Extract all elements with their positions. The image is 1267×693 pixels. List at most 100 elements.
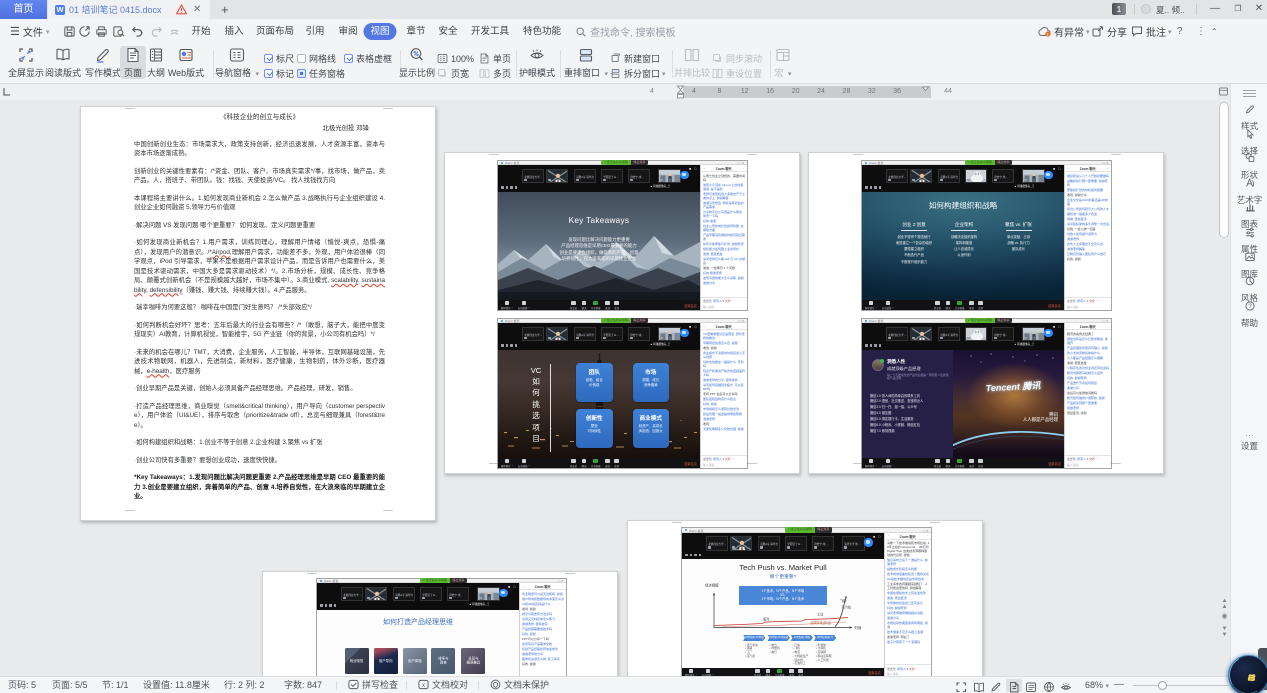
status-setting-value[interactable]: 设置值: 11.8厘米 — [143, 677, 210, 693]
document-page-4[interactable]: Zoom 会议– □ ✕✓ 您正在共享屏幕停止共享北邮创业大学… 高鹏A平 清华… — [262, 571, 618, 676]
chat-messages[interactable]: 从博士创业立刻想的，需要时间吗发现小平顶在 Airpod 上的约束. 谢谢, 是… — [703, 174, 746, 296]
indent-marker-left[interactable] — [676, 85, 685, 99]
scroll-prev-page-button[interactable]: ▲▲ — [1219, 598, 1230, 610]
participant-thumbnail[interactable]: 学而思于 E… — [420, 587, 442, 602]
toolbar-button[interactable]: 共享屏幕 — [955, 459, 965, 468]
zoom-screenshot-2[interactable]: Zoom 会议– □ ✕✓ 您正在共享屏幕停止共享北邮创业大学… 高鹏A平 清华… — [498, 319, 747, 468]
toolbar-button[interactable]: 共享屏幕 — [591, 301, 601, 310]
fullscreen-view-button[interactable]: 全屏显示 — [7, 46, 45, 79]
toolbar-button[interactable]: 录制 — [969, 301, 974, 310]
toolbar-button[interactable]: 参会者 — [570, 301, 577, 310]
zoom-out-button[interactable]: — — [1114, 677, 1124, 693]
chat-minimize-icon[interactable]: − — [743, 324, 745, 328]
participant-thumbnail[interactable]: 孙怡宁-朱… — [992, 327, 1014, 342]
status-page-view-button[interactable] — [1006, 679, 1022, 692]
ruler-checkbox[interactable]: 标尺 — [264, 52, 294, 64]
tab-stop-selector-icon[interactable] — [3, 87, 11, 96]
chat-collapse-icon[interactable]: ⌄ — [887, 533, 890, 537]
menu-tab-10[interactable]: 特色功能 — [523, 23, 561, 40]
participant-thumbnail[interactable] — [477, 587, 500, 602]
view-switch-button[interactable] — [1044, 171, 1053, 180]
participant-thumbnail[interactable]: 北邮创业大学… — [522, 327, 544, 342]
chat-messages[interactable]: 组织建设从几个人开始就要做吗战略和执行哪个更重要, 谢谢老师聚焦和扩张的时机如何… — [1067, 174, 1110, 296]
toolbar-button[interactable]: 共享屏幕 — [591, 459, 601, 468]
toolbar-button[interactable]: 聊天 — [582, 301, 587, 310]
participant-thumbnail[interactable]: 北邮创业大学… — [706, 536, 728, 551]
undo-icon[interactable] — [130, 25, 143, 38]
chat-input-area[interactable]: 发送到: 所有人 ▾ 文件 ⋯输入消息… — [885, 664, 931, 676]
menu-tab-2[interactable]: 插入 — [224, 23, 243, 40]
toolbar-mute-button[interactable]: 解除静音 ⌃ — [501, 459, 513, 468]
toolbar-button[interactable]: 表情 — [614, 459, 619, 468]
page-width-button[interactable]: 页宽 — [437, 67, 469, 80]
toolbar-button[interactable]: 表情 — [614, 301, 619, 310]
toolbar-button[interactable]: 表情 — [978, 459, 983, 468]
toolbar-button[interactable]: 录制 — [605, 459, 610, 468]
toolbar-button[interactable]: 参会者 — [570, 459, 577, 468]
help-button[interactable]: ? — [1177, 23, 1183, 40]
toolbar-mute-button[interactable]: 解除静音 ⌃ — [865, 459, 877, 468]
speaker-video-thumbnail[interactable] — [910, 327, 932, 342]
chat-input-area[interactable]: 发送到: 所有人 ▾ 文件 ⋯输入消息… — [1065, 297, 1111, 310]
format-painter-icon[interactable] — [168, 25, 181, 38]
participant-thumbnail[interactable] — [1022, 169, 1045, 184]
ruler-toggle-icon[interactable] — [1218, 86, 1229, 97]
chat-minimize-icon[interactable]: − — [562, 584, 564, 588]
participant-thumbnail[interactable]: 北邮创业大学… — [886, 327, 908, 342]
participant-thumbnail[interactable]: 孙怡宁-朱… — [812, 536, 834, 551]
zoom-screenshot-4[interactable]: Zoom 会议– □ ✕✓ 您正在共享屏幕停止共享北邮创业大学… 高鹏A平 清华… — [862, 319, 1111, 468]
participant-thumbnail[interactable] — [1022, 327, 1045, 342]
speaker-video-thumbnail[interactable] — [730, 536, 752, 551]
message-count-badge[interactable]: 1 — [1112, 3, 1126, 15]
macro-button[interactable]: 宏 ▾ — [768, 46, 798, 79]
participant-thumbnail[interactable]: 孙怡宁-朱… — [992, 169, 1014, 184]
participant-thumbnail[interactable]: 清华大学 鲁… — [842, 536, 865, 551]
toolbar-video-button[interactable]: 启动视频 ⌃ — [882, 459, 894, 468]
vertical-scrollbar-thumb[interactable] — [1219, 102, 1229, 238]
chat-minimize-icon[interactable]: − — [1107, 324, 1109, 328]
zoom-screenshot-5[interactable]: Zoom 会议– □ ✕✓ 您正在共享屏幕停止共享北邮创业大学… 高鹏A平 清华… — [317, 579, 566, 677]
chat-minimize-icon[interactable]: − — [743, 166, 745, 170]
ai-assistant-button[interactable] — [1228, 655, 1267, 693]
multi-page-button[interactable]: 多页 — [479, 67, 511, 80]
stop-share-button[interactable]: 停止共享 — [815, 527, 832, 533]
stop-share-button[interactable]: 停止共享 — [631, 160, 648, 166]
menu-tab-4[interactable]: 引用 — [305, 23, 324, 40]
speaker-video-thumbnail[interactable] — [546, 327, 568, 342]
participant-thumbnail[interactable]: 学而思于 E… — [785, 536, 807, 551]
speaker-video-thumbnail[interactable] — [546, 169, 568, 184]
print-icon[interactable] — [95, 25, 108, 38]
toolbar-mute-button[interactable]: 解除静音 ⌃ — [685, 669, 697, 677]
stop-share-button[interactable]: 停止共享 — [631, 318, 648, 324]
toolbar-button[interactable]: 录制 — [969, 459, 974, 468]
document-page-2[interactable]: Zoom 会议– □ ✕✓ 您正在共享屏幕停止共享北邮创业大学… 高鹏A平 清华… — [444, 152, 800, 474]
status-outline-button[interactable] — [1023, 679, 1039, 692]
participant-thumbnail[interactable]: 高鹏A平 清华大… — [938, 169, 960, 184]
status-fullscreen-button[interactable] — [953, 679, 969, 692]
status-read-layout-button[interactable] — [971, 679, 987, 692]
chat-messages[interactable]: 请教一下技术推动和市场拉动, 20年之后的 Deepmind、 3D打印Digi… — [887, 541, 930, 663]
participant-thumbnail[interactable]: 北邮创业大学… — [341, 587, 363, 602]
toolbar-button[interactable]: 表情 — [978, 301, 983, 310]
participant-thumbnail[interactable]: 高鹏A平 清华大… — [574, 327, 596, 342]
participant-thumbnail[interactable] — [965, 169, 987, 184]
chat-minimize-icon[interactable]: − — [927, 533, 929, 537]
zoom-screenshot-6[interactable]: Zoom 会议– □ ✕✓ 您正在共享屏幕停止共享北邮创业大学… 高鹏A平 清华… — [682, 528, 931, 676]
scroll-browse-object-button[interactable]: ◉ — [1219, 614, 1230, 620]
toolbar-button[interactable]: 聊天 — [946, 301, 951, 310]
view-switch-button[interactable] — [680, 329, 689, 338]
horizontal-ruler[interactable]: 4481216202428323644 — [0, 84, 1218, 100]
chat-messages[interactable]: 腾讯的案例太经典了微信当年是怎么打败米聊的, 求展开产品经理如何培养同理心, 谢… — [1067, 332, 1110, 454]
toolbar-mute-button[interactable]: 解除静音 ⌃ — [865, 301, 877, 310]
more-button[interactable]: ⋮ — [1196, 23, 1206, 40]
read-layout-button[interactable]: 阅读版式 — [43, 46, 83, 79]
menu-tab-3[interactable]: 页面布局 — [256, 23, 294, 40]
status-section[interactable]: 节: 1/1 — [102, 677, 129, 693]
sync-scroll-button[interactable]: 同步滚动 — [712, 52, 762, 65]
menu-tab-8[interactable]: 安全 — [438, 23, 457, 40]
toolbar-button[interactable]: 共享屏幕 — [775, 669, 785, 677]
comment-button[interactable]: 批注▾ — [1131, 23, 1172, 40]
menu-tab-6[interactable]: 视图 — [363, 23, 396, 40]
toolbar-button[interactable]: 表情 — [798, 669, 803, 677]
status-eye-protection-button[interactable] — [1058, 679, 1074, 692]
